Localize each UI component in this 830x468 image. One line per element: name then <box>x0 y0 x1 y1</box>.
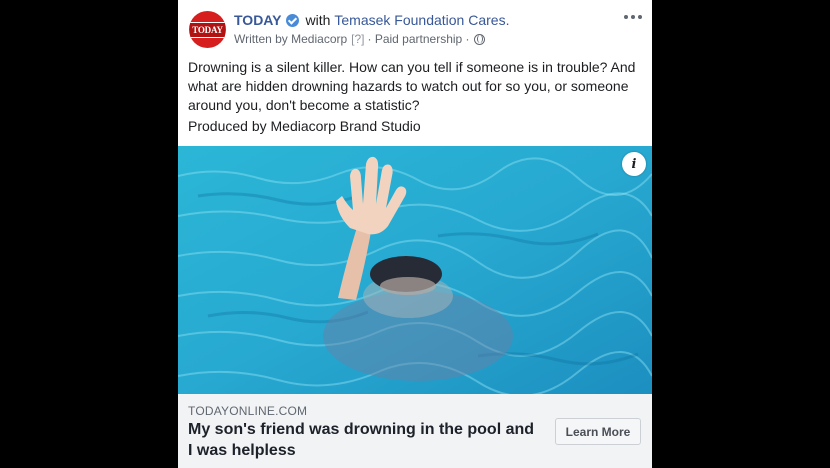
post-title-line: TODAY with Temasek Foundation Cares. <box>234 12 509 28</box>
more-options-icon[interactable] <box>622 10 644 24</box>
learn-more-button[interactable]: Learn More <box>555 418 641 445</box>
help-link[interactable]: [?] <box>351 32 364 46</box>
post-image[interactable]: i <box>178 146 652 394</box>
page-avatar[interactable]: TODAY <box>189 11 226 48</box>
verified-badge-icon <box>286 13 300 27</box>
avatar-logo-text: TODAY <box>190 21 225 38</box>
link-preview[interactable]: TODAYONLINE.COM My son's friend was drow… <box>178 394 652 468</box>
partner-link[interactable]: Temasek Foundation Cares. <box>334 12 509 28</box>
with-text: with <box>305 12 331 28</box>
drowning-hand-illustration <box>178 146 652 394</box>
post-header: TODAY TODAY with Temasek Foundation Care… <box>178 0 652 52</box>
written-by-text: Written by Mediacorp <box>234 32 348 46</box>
info-icon[interactable]: i <box>622 152 646 176</box>
link-domain: TODAYONLINE.COM <box>188 404 308 418</box>
page-name-link[interactable]: TODAY <box>234 12 281 28</box>
link-headline[interactable]: My son's friend was drowning in the pool… <box>188 419 538 461</box>
produced-by-text: Produced by Mediacorp Brand Studio <box>188 118 421 134</box>
post-body-text: Drowning is a silent killer. How can you… <box>188 59 636 113</box>
sponsored-post-card: TODAY TODAY with Temasek Foundation Care… <box>178 0 652 468</box>
globe-icon <box>473 33 485 45</box>
paid-partnership-label[interactable]: · Paid partnership · <box>368 32 470 46</box>
post-subtitle: Written by Mediacorp [?] · Paid partners… <box>234 32 485 46</box>
